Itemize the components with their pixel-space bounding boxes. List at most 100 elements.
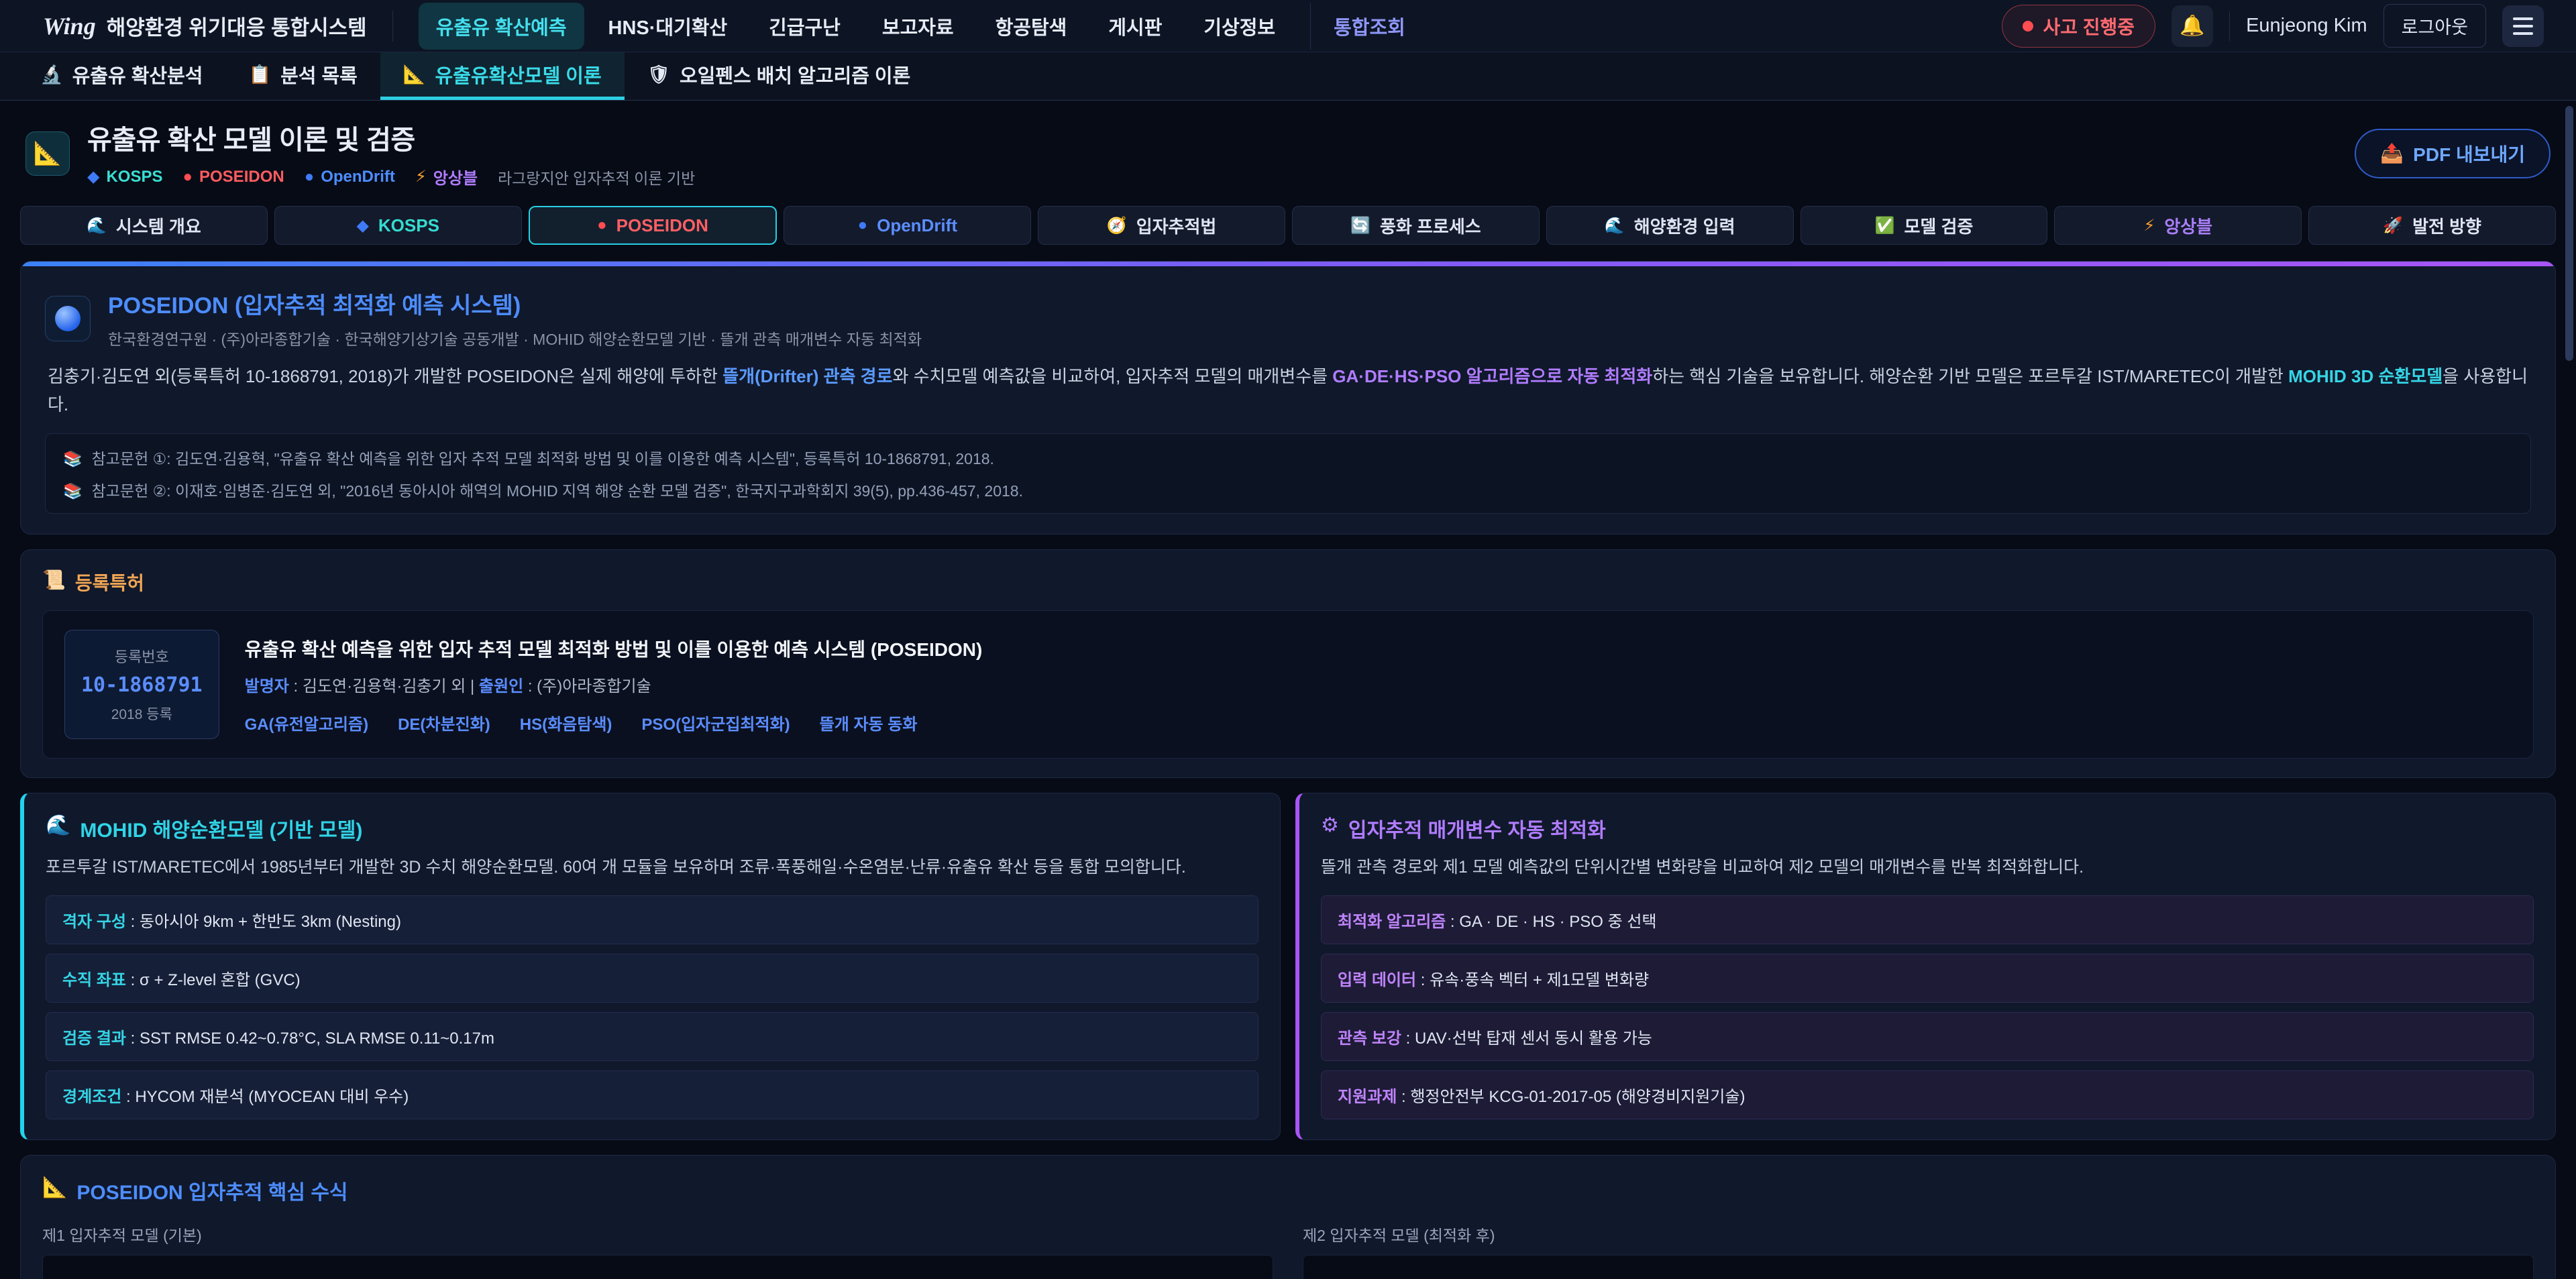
incident-status-badge[interactable]: 사고 진행중 xyxy=(2002,5,2155,48)
diamond-icon: ◆ xyxy=(356,216,368,235)
main-content: 📐 유출유 확산 모델 이론 및 검증 ◆ KOSPS ● POSEIDON ●… xyxy=(0,101,2576,1279)
patent-meta: 발명자 : 김도연·김용혁·김충기 외 | 출원인 : (주)아라종합기술 xyxy=(245,673,983,696)
optimization-info-rows: 최적화 알고리즘 : GA · DE · HS · PSO 중 선택 입력 데이… xyxy=(1321,895,2534,1119)
nav-item-emergency-rescue[interactable]: 긴급구난 xyxy=(751,3,858,50)
inventor-label: 발명자 xyxy=(245,677,289,696)
wave-icon: 🌊 xyxy=(1605,216,1625,235)
subtab-model-theory[interactable]: 📐 유출유확산모델 이론 xyxy=(380,52,625,100)
subtab-oilfence-algorithm[interactable]: 🛡 오일펜스 배치 알고리즘 이론 xyxy=(625,52,934,100)
patent-body: 유출유 확산 예측을 위한 입자 추적 모델 최적화 방법 및 이를 이용한 예… xyxy=(245,635,983,734)
shield-icon: 🛡 xyxy=(647,64,670,85)
hamburger-icon xyxy=(2513,17,2533,20)
section-tab-ensemble[interactable]: ⚡ 앙상블 xyxy=(2054,206,2302,245)
books-icon: 📚 xyxy=(63,450,83,468)
nav-item-reports[interactable]: 보고자료 xyxy=(865,3,971,50)
red-pin-icon: ● xyxy=(597,216,607,235)
triangle-ruler-icon: 📐 xyxy=(403,64,426,85)
section-tab-poseidon[interactable]: ● POSEIDON xyxy=(529,206,777,245)
mohid-panel-header: 🌊 MOHID 해양순환모델 (기반 모델) xyxy=(46,814,1258,843)
model2-code: Revised_x = a1·current_u + a2·current_v … xyxy=(1303,1255,2534,1279)
books-icon: 📚 xyxy=(63,482,83,500)
badge-kosps: ◆ KOSPS xyxy=(87,167,163,186)
optimization-panel-header: ⚙ 입자추적 매개변수 자동 최적화 xyxy=(1321,814,2534,843)
section-tab-bar: 🌊 시스템 개요 ◆ KOSPS ● POSEIDON ● OpenDrift … xyxy=(20,206,2556,245)
mohid-description: 포르투갈 IST/MARETEC에서 1985년부터 개발한 3D 수치 해양순… xyxy=(46,855,1258,881)
notification-button[interactable]: 🔔 xyxy=(2171,5,2213,47)
registration-label: 등록번호 xyxy=(81,645,203,667)
tag-hs[interactable]: HS(화음탐색) xyxy=(520,711,612,734)
section-tab-kosps[interactable]: ◆ KOSPS xyxy=(274,206,522,245)
subtab-spill-analysis[interactable]: 🔬 유출유 확산분석 xyxy=(17,52,225,100)
subtab-analysis-list[interactable]: 📋 분석 목록 xyxy=(225,52,380,100)
lightning-icon: ⚡ xyxy=(415,167,427,186)
formula-block-model1: 제1 입자추적 모델 (기본) Model_x = Δt × current_u… xyxy=(42,1223,1273,1279)
ruler-icon: 📐 xyxy=(34,140,62,167)
wave-icon: 🌊 xyxy=(87,216,107,235)
check-icon: ✅ xyxy=(1875,216,1895,235)
mohid-panel: 🌊 MOHID 해양순환모델 (기반 모델) 포르투갈 IST/MARETEC에… xyxy=(20,793,1281,1140)
scroll-icon: 📜 xyxy=(42,569,66,596)
nav-item-oil-spill-prediction[interactable]: 유출유 확산예측 xyxy=(419,3,584,50)
nav-item-aerial-search[interactable]: 항공탐색 xyxy=(978,3,1085,50)
model-badge-row: ◆ KOSPS ● POSEIDON ● OpenDrift ⚡ 앙상블 라그랑… xyxy=(87,165,695,188)
section-tab-opendrift[interactable]: ● OpenDrift xyxy=(784,206,1031,245)
info-row-grid: 격자 구성 : 동아시아 9km + 한반도 3km (Nesting) xyxy=(46,895,1258,944)
pdf-export-button[interactable]: 📤 PDF 내보내기 xyxy=(2355,129,2551,178)
poseidon-overview-card: POSEIDON (입자추적 최적화 예측 시스템) 한국환경연구원 · (주)… xyxy=(20,261,2556,535)
formula-block-model2: 제2 입자추적 모델 (최적화 후) Revised_x = a1·curren… xyxy=(1303,1223,2534,1279)
section-tab-weathering-process[interactable]: 🔄 풍화 프로세스 xyxy=(1292,206,1540,245)
section-tab-ocean-input[interactable]: 🌊 해양환경 입력 xyxy=(1546,206,1794,245)
nav-item-weather-info[interactable]: 기상정보 xyxy=(1186,3,1293,50)
poseidon-description: 김충기·김도연 외(등록특허 10-1868791, 2018)가 개발한 PO… xyxy=(48,363,2528,419)
section-tab-particle-tracking[interactable]: 🧭 입자추적법 xyxy=(1038,206,1285,245)
poseidon-subtitle: 한국환경연구원 · (주)아라종합기술 · 한국해양기상기술 공동개발 · MO… xyxy=(108,327,922,349)
page-subtitle-note: 라그랑지안 입자추적 이론 기반 xyxy=(498,166,695,188)
badge-poseidon: ● POSEIDON xyxy=(183,168,284,186)
divider xyxy=(2229,11,2230,41)
wing-logo-icon: Wing xyxy=(43,12,96,40)
poseidon-sphere-icon xyxy=(45,296,91,341)
ruler-icon: 📐 xyxy=(42,1176,67,1205)
registration-number: 10-1868791 xyxy=(81,673,203,697)
gear-icon: ⚙ xyxy=(1321,814,1339,843)
applicant-label: 출원인 xyxy=(479,677,523,696)
patent-section: 📜 등록특허 등록번호 10-1868791 2018 등록 유출유 확산 예측… xyxy=(20,549,2556,778)
model2-label: 제2 입자추적 모델 (최적화 후) xyxy=(1303,1223,2534,1245)
page-title: 유출유 확산 모델 이론 및 검증 xyxy=(87,118,695,157)
patent-number-box: 등록번호 10-1868791 2018 등록 xyxy=(64,630,219,739)
tag-pso[interactable]: PSO(입자군집최적화) xyxy=(641,711,790,734)
tag-ga[interactable]: GA(유전알고리즘) xyxy=(245,711,368,734)
model-detail-columns: 🌊 MOHID 해양순환모델 (기반 모델) 포르투갈 IST/MARETEC에… xyxy=(20,793,2556,1140)
vertical-scrollbar-thumb[interactable] xyxy=(2565,106,2573,361)
reference-box: 📚 참고문헌 ①: 김도연·김용혁, "유출유 확산 예측을 위한 입자 추적 … xyxy=(45,433,2531,514)
section-tab-model-validation[interactable]: ✅ 모델 검증 xyxy=(1801,206,2048,245)
section-tab-future-direction[interactable]: 🚀 발전 방향 xyxy=(2308,206,2556,245)
nav-item-integrated-search[interactable]: 통합조회 xyxy=(1310,3,1423,50)
info-row-algorithm: 최적화 알고리즘 : GA · DE · HS · PSO 중 선택 xyxy=(1321,895,2534,944)
logout-button[interactable]: 로그아웃 xyxy=(2383,4,2486,48)
section-tab-system-overview[interactable]: 🌊 시스템 개요 xyxy=(20,206,268,245)
page-header: 📐 유출유 확산 모델 이론 및 검증 ◆ KOSPS ● POSEIDON ●… xyxy=(20,101,2556,203)
export-icon: 📤 xyxy=(2380,142,2404,164)
red-pin-icon: ● xyxy=(183,168,193,186)
sub-tab-bar: 🔬 유출유 확산분석 📋 분석 목록 📐 유출유확산모델 이론 🛡 오일펜스 배… xyxy=(0,52,2576,101)
user-name: Eunjeong Kim xyxy=(2246,15,2367,37)
registration-year: 2018 등록 xyxy=(81,704,203,724)
reference-item-1: 📚 참고문헌 ①: 김도연·김용혁, "유출유 확산 예측을 위한 입자 추적 … xyxy=(63,446,2513,469)
reference-item-2: 📚 참고문헌 ②: 이재호·임병준·김도연 외, "2016년 동아시아 해역의… xyxy=(63,478,2513,501)
wave-icon: 🌊 xyxy=(46,814,70,843)
poseidon-title: POSEIDON (입자추적 최적화 예측 시스템) xyxy=(108,287,922,320)
tag-de[interactable]: DE(차분진화) xyxy=(398,711,490,734)
info-row-input-data: 입력 데이터 : 유속·풍속 벡터 + 제1모델 변화량 xyxy=(1321,954,2534,1003)
info-row-support-project: 지원과제 : 행정안전부 KCG-01-2017-05 (해양경비지원기술) xyxy=(1321,1070,2534,1119)
blue-dot-icon: ● xyxy=(858,216,868,235)
page-title-icon: 📐 xyxy=(25,131,70,176)
compass-icon: 🧭 xyxy=(1107,216,1127,235)
nav-item-hns-diffusion[interactable]: HNS·대기확산 xyxy=(591,3,745,50)
info-row-validation: 검증 결과 : SST RMSE 0.42~0.78°C, SLA RMSE 0… xyxy=(46,1012,1258,1061)
tag-drifter-assimilation[interactable]: 뜰개 자동 동화 xyxy=(820,711,918,734)
hamburger-menu-button[interactable] xyxy=(2502,5,2544,47)
brand-title: 해양환경 위기대응 통합시스템 xyxy=(107,11,367,41)
cycle-icon: 🔄 xyxy=(1350,216,1371,235)
nav-item-board[interactable]: 게시판 xyxy=(1091,3,1179,50)
